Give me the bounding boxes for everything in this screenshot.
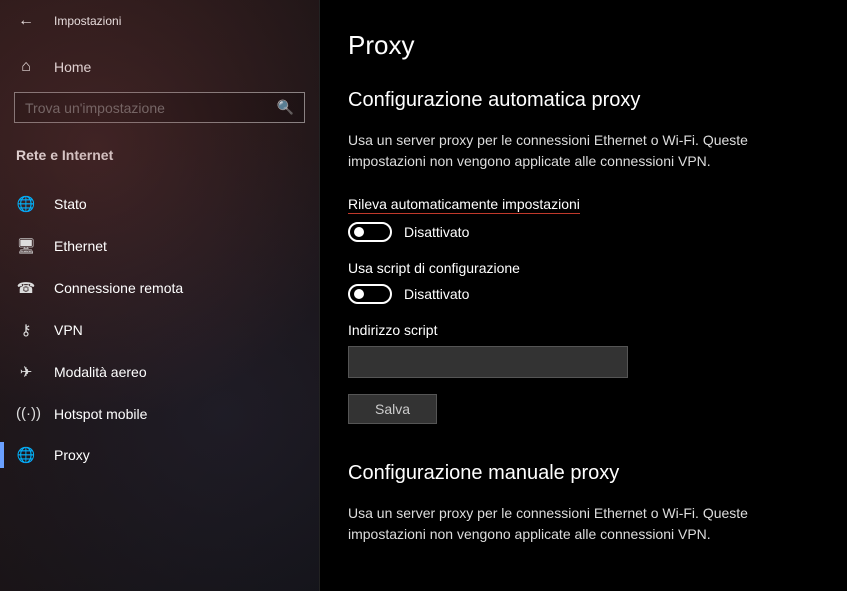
sidebar-item-hotspot[interactable]: ((·)) Hotspot mobile bbox=[0, 393, 319, 434]
sidebar-item-vpn[interactable]: ⚷ VPN bbox=[0, 309, 319, 351]
sidebar-item-label: Proxy bbox=[54, 447, 90, 463]
home-icon: ⌂ bbox=[16, 58, 36, 76]
script-address-label: Indirizzo script bbox=[348, 322, 819, 338]
sidebar-item-proxy[interactable]: 🌐 Proxy bbox=[0, 434, 319, 476]
sidebar-item-dialup[interactable]: ☎ Connessione remota bbox=[0, 267, 319, 309]
app-title: Impostazioni bbox=[54, 14, 121, 28]
auto-detect-state: Disattivato bbox=[404, 224, 469, 240]
category-heading: Rete e Internet bbox=[0, 141, 319, 183]
sidebar-item-label: Connessione remota bbox=[54, 280, 183, 296]
main-content: Proxy Configurazione automatica proxy Us… bbox=[320, 0, 847, 591]
search-input[interactable] bbox=[25, 100, 265, 116]
sidebar-item-label: Ethernet bbox=[54, 238, 107, 254]
sidebar-nav: 🌐 Stato 🖥 Ethernet ☎ Connessione remota … bbox=[0, 183, 319, 476]
script-address-input[interactable] bbox=[348, 346, 628, 378]
sidebar-item-label: VPN bbox=[54, 322, 83, 338]
search-box[interactable]: 🔍 bbox=[14, 92, 305, 123]
status-icon: 🌐 bbox=[16, 195, 36, 213]
use-script-state: Disattivato bbox=[404, 286, 469, 302]
back-button[interactable]: ← bbox=[16, 12, 36, 30]
sidebar-home[interactable]: ⌂ Home bbox=[0, 48, 319, 90]
section-auto-desc: Usa un server proxy per le connessioni E… bbox=[348, 130, 788, 172]
auto-detect-label: Rileva automaticamente impostazioni bbox=[348, 196, 580, 214]
sidebar-item-label: Hotspot mobile bbox=[54, 406, 147, 422]
sidebar-item-label: Modalità aereo bbox=[54, 364, 147, 380]
use-script-label: Usa script di configurazione bbox=[348, 260, 819, 276]
titlebar: ← Impostazioni bbox=[0, 8, 319, 48]
sidebar-item-label: Stato bbox=[54, 196, 87, 212]
hotspot-icon: ((·)) bbox=[16, 405, 36, 422]
home-label: Home bbox=[54, 59, 91, 75]
ethernet-icon: 🖥 bbox=[16, 237, 36, 255]
section-manual-desc: Usa un server proxy per le connessioni E… bbox=[348, 503, 788, 545]
proxy-icon: 🌐 bbox=[16, 446, 36, 464]
airplane-icon: ✈ bbox=[16, 363, 36, 381]
vpn-icon: ⚷ bbox=[16, 321, 36, 339]
dialup-icon: ☎ bbox=[16, 279, 36, 297]
search-icon: 🔍 bbox=[277, 99, 294, 116]
sidebar-item-airplane[interactable]: ✈ Modalità aereo bbox=[0, 351, 319, 393]
section-manual-heading: Configurazione manuale proxy bbox=[348, 462, 819, 485]
page-title: Proxy bbox=[348, 30, 819, 61]
auto-detect-toggle[interactable] bbox=[348, 222, 392, 242]
save-button[interactable]: Salva bbox=[348, 394, 437, 424]
sidebar-item-status[interactable]: 🌐 Stato bbox=[0, 183, 319, 225]
section-auto-heading: Configurazione automatica proxy bbox=[348, 89, 819, 112]
sidebar-item-ethernet[interactable]: 🖥 Ethernet bbox=[0, 225, 319, 267]
use-script-toggle[interactable] bbox=[348, 284, 392, 304]
settings-sidebar: ← Impostazioni ⌂ Home 🔍 Rete e Internet … bbox=[0, 0, 320, 591]
